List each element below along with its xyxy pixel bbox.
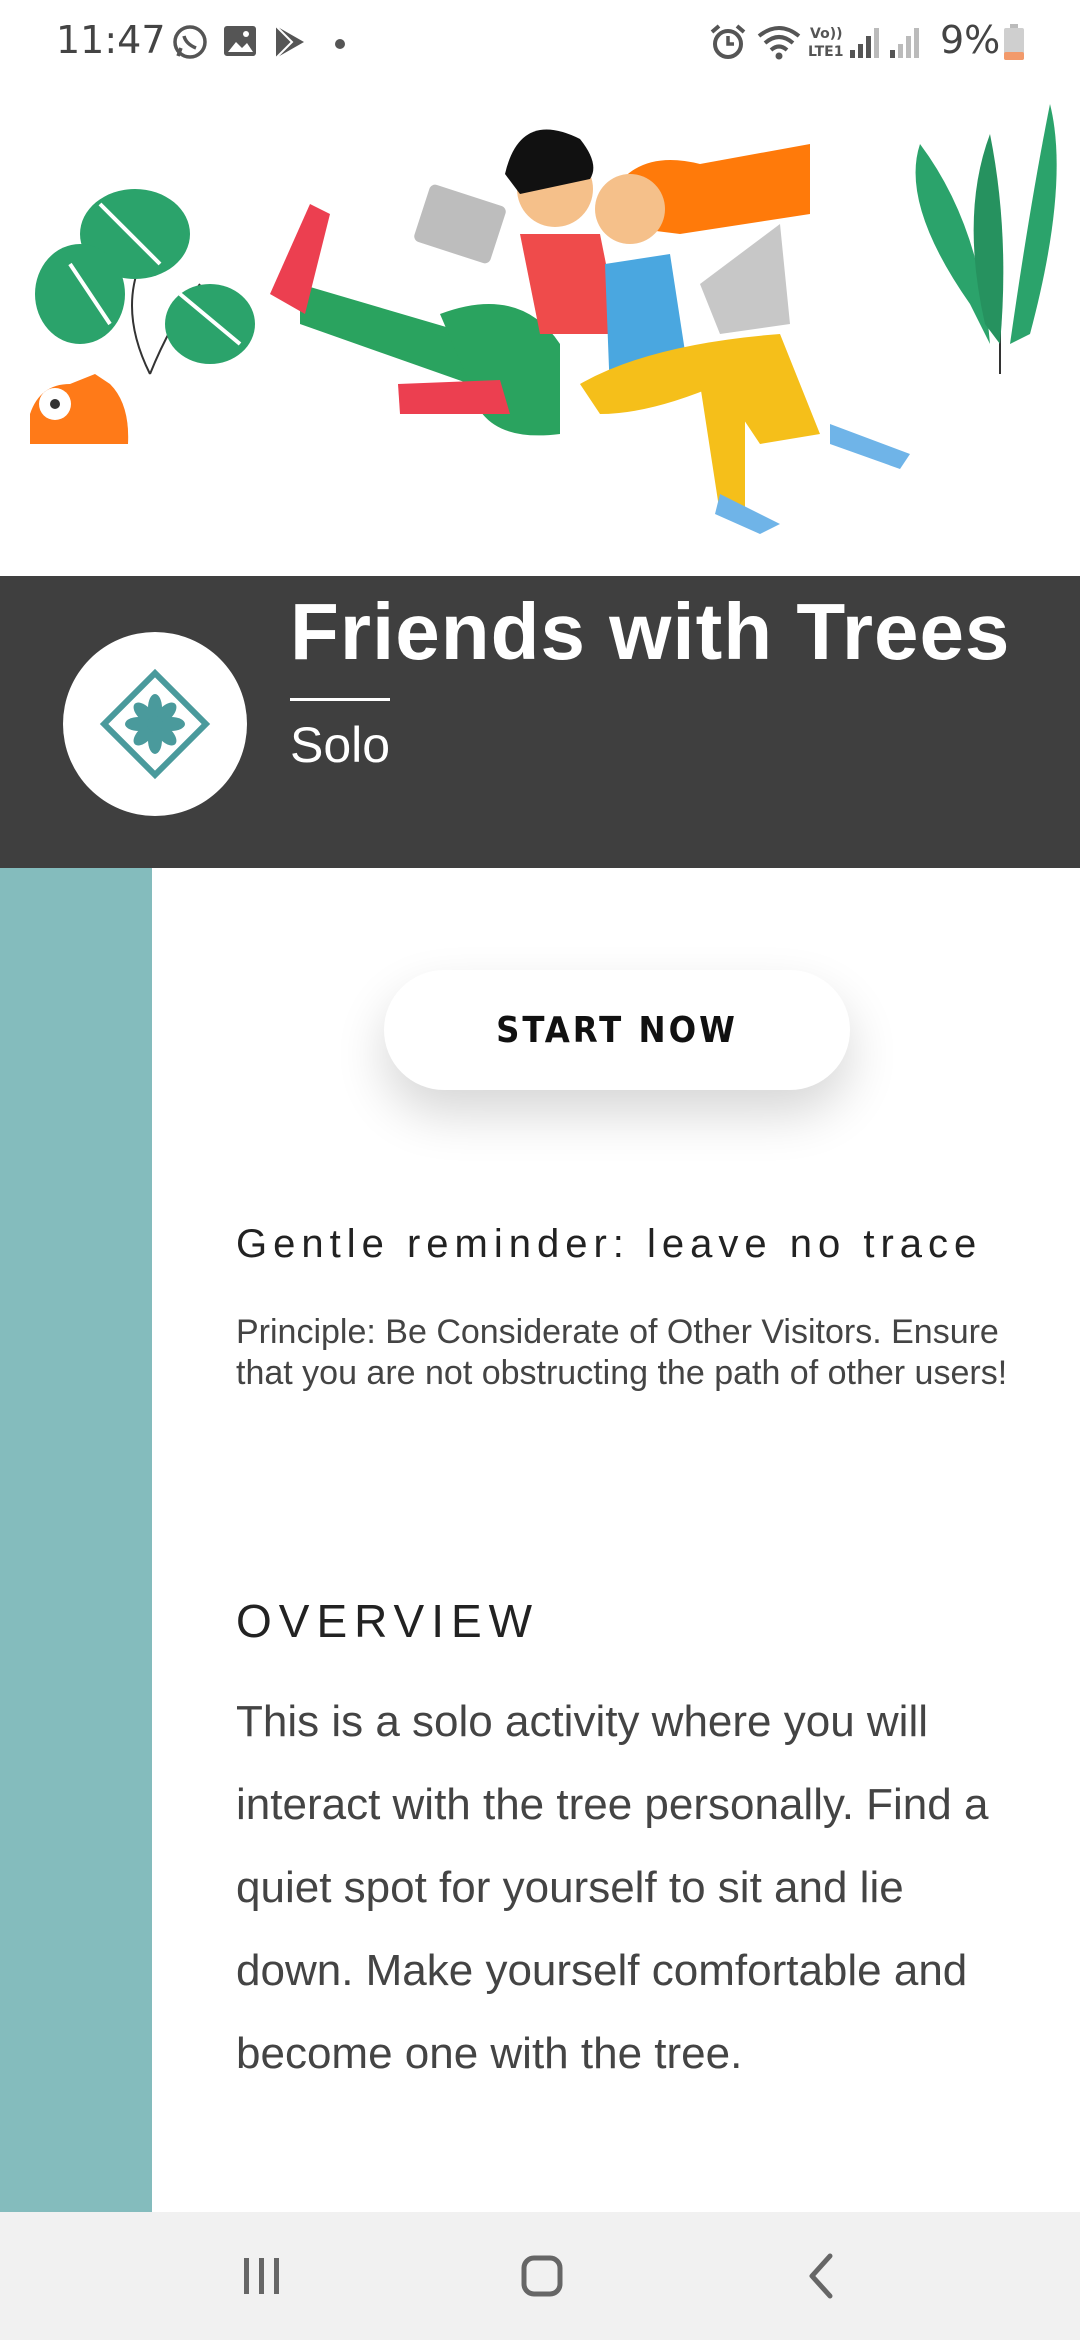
dot-icon <box>335 39 345 49</box>
play-store-icon <box>275 25 304 59</box>
signal-icon <box>890 28 919 58</box>
whatsapp-icon <box>173 25 207 59</box>
wifi-icon <box>757 26 801 60</box>
reminder-title: Gentle reminder: leave no trace <box>236 1222 983 1266</box>
flower-diamond-icon <box>99 668 211 780</box>
gallery-icon <box>224 26 256 56</box>
alarm-icon <box>710 24 746 59</box>
activity-header: Friends with Trees Solo <box>0 576 1080 868</box>
monstera-plant <box>35 189 255 375</box>
activity-type: Solo <box>290 717 391 773</box>
orange-cat <box>30 374 129 444</box>
svg-text:Vo)): Vo)) <box>810 26 842 42</box>
volte-icon: Vo)) LTE1 <box>808 26 843 60</box>
home-icon[interactable] <box>482 2236 602 2316</box>
battery-icon <box>1004 24 1024 60</box>
title-divider <box>290 698 390 701</box>
page-title: Friends with Trees <box>290 587 1011 676</box>
leafy-plant <box>915 104 1057 374</box>
overview-title: OVERVIEW <box>236 1595 540 1647</box>
hero-illustration <box>0 84 1080 576</box>
svg-text:LTE1: LTE1 <box>808 44 843 60</box>
people-with-laptops-illustration <box>30 104 1057 534</box>
status-time: 11:47 <box>56 18 166 62</box>
navigation-bar <box>0 2212 1080 2340</box>
overview-body: This is a solo activity where you will i… <box>236 1697 989 2078</box>
signal-icon <box>850 28 879 58</box>
status-bar: 11:47 Vo)) LTE1 9% <box>0 0 1080 84</box>
reminder-body: Principle: Be Considerate of Other Visit… <box>236 1313 1008 1392</box>
recent-apps-icon[interactable] <box>202 2236 322 2316</box>
battery-percent: 9% <box>940 18 1001 62</box>
accent-strip <box>0 868 152 2212</box>
start-now-button[interactable]: START NOW <box>384 970 850 1090</box>
back-icon[interactable] <box>762 2236 882 2316</box>
activity-logo <box>63 632 247 816</box>
